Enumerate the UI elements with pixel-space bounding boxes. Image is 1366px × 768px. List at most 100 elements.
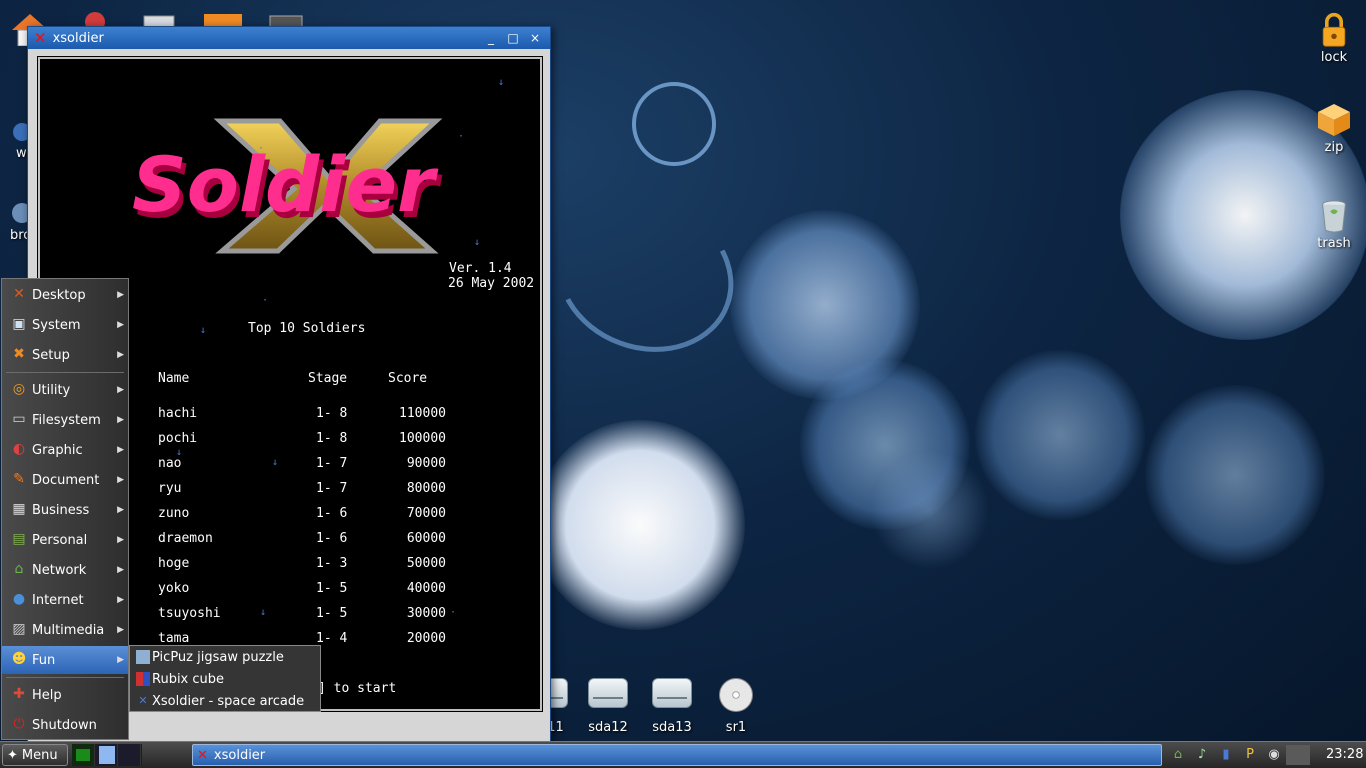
submenu-arrow-icon: ▶ — [117, 475, 124, 485]
trash-bin-icon — [1322, 200, 1346, 233]
column-header-score: Score — [388, 371, 428, 386]
start-menu: ✕ Desktop ▶ ▣ System ▶ ✖ Setup ▶ ◎ Utility ▶ ▭ Fi… — [1, 278, 129, 740]
player-score: 40000 — [406, 581, 446, 596]
menu-item-label: Business — [32, 502, 90, 518]
drive-label[interactable]: sda13 — [640, 720, 704, 735]
submenu-arrow-icon: ▶ — [117, 320, 124, 330]
falling-star: · — [458, 131, 465, 142]
menu-button[interactable]: ✦ Menu — [2, 744, 68, 766]
battery-icon[interactable]: ▮ — [1214, 745, 1238, 765]
desktop-icon-lock[interactable]: lock — [1306, 12, 1362, 65]
menu-item-desktop[interactable]: ✕ Desktop ▶ — [2, 281, 128, 309]
system-tray: ⌂ ♪ ▮ P ◉ — [1166, 744, 1310, 766]
maximize-button[interactable]: □ — [504, 31, 522, 45]
menu-item-personal[interactable]: ▤ Personal ▶ — [2, 526, 128, 554]
menu-item-label: Document — [32, 472, 100, 488]
desktop-icon-label: lock — [1320, 50, 1348, 65]
menu-item-graphic[interactable]: ◐ Graphic ▶ — [2, 436, 128, 464]
desktop-icon-trash[interactable]: trash — [1306, 198, 1362, 251]
menu-item-shutdown[interactable]: ⏻ Shutdown — [2, 711, 128, 739]
clipboard-icon[interactable]: P — [1238, 745, 1262, 765]
menu-item-label: Personal — [32, 532, 88, 548]
falling-star: ↓ — [200, 325, 207, 336]
menu-item-label: Shutdown — [32, 717, 97, 733]
player-name: nao — [158, 456, 182, 471]
workspace-1[interactable] — [72, 744, 95, 766]
submenu-arrow-icon: ▶ — [117, 385, 124, 395]
version-info: Ver. 1.4 26 May 2002 — [448, 261, 534, 291]
falling-star: · — [258, 143, 265, 154]
workspace-pager[interactable] — [72, 744, 142, 766]
wifi-icon[interactable]: ◉ — [1262, 745, 1286, 765]
minimize-button[interactable]: _ — [482, 31, 500, 45]
tools-icon: ✖ — [13, 346, 25, 362]
submenu-arrow-icon: ▶ — [117, 625, 124, 635]
menu-separator — [6, 677, 124, 678]
player-name: zuno — [158, 506, 190, 521]
wallpaper-bokeh — [800, 360, 970, 530]
taskbar-task-xsoldier[interactable]: ✕ xsoldier — [192, 744, 1162, 766]
submenu-arrow-icon: ▶ — [117, 595, 124, 605]
menu-separator — [6, 372, 124, 373]
submenu-item-picpuz[interactable]: PicPuz jigsaw puzzle — [130, 646, 320, 668]
player-name: ryu — [158, 481, 182, 496]
drive-icon-sda13[interactable] — [644, 678, 700, 708]
start-prompt: ] to start — [318, 681, 397, 696]
player-score: 20000 — [406, 631, 446, 646]
menu-item-multimedia[interactable]: ▨ Multimedia ▶ — [2, 616, 128, 644]
desktop-icon-label: zip — [1324, 140, 1344, 155]
close-button[interactable]: × — [526, 31, 544, 45]
drive-label[interactable]: sr1 — [704, 720, 768, 735]
menu-item-system[interactable]: ▣ System ▶ — [2, 311, 128, 339]
network-status-icon[interactable]: ⌂ — [1166, 745, 1190, 765]
menu-item-filesystem[interactable]: ▭ Filesystem ▶ — [2, 406, 128, 434]
puzzle-icon — [136, 650, 150, 664]
lifebuoy-icon: ✚ — [13, 686, 25, 702]
clock[interactable]: 23:28 — [1326, 747, 1363, 762]
menu-item-label: Multimedia — [32, 622, 105, 638]
wallpaper-bokeh — [535, 420, 745, 630]
player-name: hoge — [158, 556, 190, 571]
hard-disk-icon — [588, 678, 628, 708]
menu-item-business[interactable]: ▦ Business ▶ — [2, 496, 128, 524]
window-titlebar[interactable]: ✕ xsoldier _ □ × — [28, 27, 550, 49]
submenu-item-xsoldier[interactable]: ✕ Xsoldier - space arcade — [130, 690, 320, 712]
submenu-item-label: Xsoldier - space arcade — [152, 693, 305, 709]
wallpaper-bokeh — [870, 450, 990, 570]
menu-logo-icon: ✦ — [7, 747, 18, 763]
submenu-item-label: Rubix cube — [152, 671, 225, 687]
volume-icon[interactable]: ♪ — [1190, 745, 1214, 765]
submenu-arrow-icon: ▶ — [117, 445, 124, 455]
menu-item-help[interactable]: ✚ Help — [2, 681, 128, 709]
power-icon: ⏻ — [13, 716, 25, 732]
desktop-icon-zip[interactable]: zip — [1306, 102, 1362, 155]
workspace-2[interactable] — [95, 744, 118, 766]
submenu-arrow-icon: ▶ — [117, 415, 124, 425]
menu-item-setup[interactable]: ✖ Setup ▶ — [2, 341, 128, 369]
wallpaper-bokeh — [730, 210, 920, 400]
menu-item-label: Internet — [32, 592, 84, 608]
workspace-3[interactable] — [118, 744, 141, 766]
player-name: tsuyoshi — [158, 606, 221, 621]
menu-item-utility[interactable]: ◎ Utility ▶ — [2, 376, 128, 404]
submenu-arrow-icon: ▶ — [117, 655, 124, 665]
player-stage: 1- 5 — [316, 606, 348, 621]
player-score: 60000 — [406, 531, 446, 546]
player-stage: 1- 4 — [316, 631, 348, 646]
menu-item-network[interactable]: ⌂ Network ▶ — [2, 556, 128, 584]
falling-star: ↓ — [176, 447, 183, 458]
menu-item-document[interactable]: ✎ Document ▶ — [2, 466, 128, 494]
player-stage: 1- 6 — [316, 506, 348, 521]
drive-label[interactable]: sda12 — [576, 720, 640, 735]
submenu-item-rubix[interactable]: Rubix cube — [130, 668, 320, 690]
menu-item-internet[interactable]: ● Internet ▶ — [2, 586, 128, 614]
drive-icon-sda12[interactable] — [580, 678, 636, 708]
player-stage: 1- 8 — [316, 406, 348, 421]
menu-item-label: Help — [32, 687, 62, 703]
submenu-arrow-icon: ▶ — [117, 565, 124, 575]
menu-item-fun[interactable]: ☻ Fun ▶ — [2, 646, 128, 674]
submenu-arrow-icon: ▶ — [117, 290, 124, 300]
utility-icon: ◎ — [12, 381, 26, 397]
falling-star: ↓ — [260, 607, 267, 618]
drive-icon-sr1[interactable] — [708, 678, 764, 712]
